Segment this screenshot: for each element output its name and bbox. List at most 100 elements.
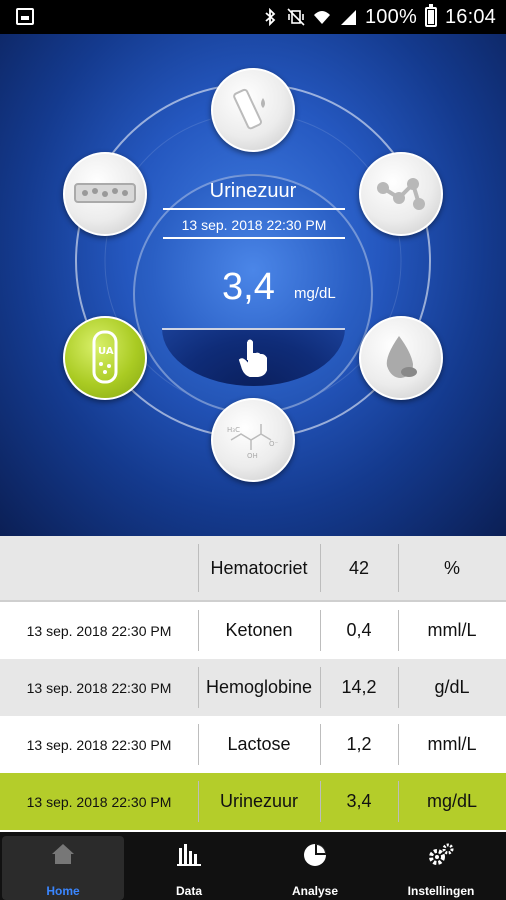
table-row-selected[interactable]: 13 sep. 2018 22:30 PM Urinezuur 3,4 mg/d… bbox=[0, 773, 506, 830]
selected-test-title: Urinezuur bbox=[209, 180, 297, 202]
column-divider bbox=[398, 724, 399, 765]
column-divider bbox=[198, 544, 199, 592]
blood-drop-icon bbox=[386, 336, 417, 378]
row-unit: % bbox=[443, 557, 460, 578]
row-test: Ketonen bbox=[225, 620, 293, 640]
column-divider bbox=[320, 667, 321, 708]
nav-home-label: Home bbox=[46, 884, 80, 898]
nav-instellingen[interactable]: Instellingen bbox=[378, 832, 504, 900]
nav-home[interactable]: Home bbox=[2, 836, 124, 900]
row-date: 13 sep. 2018 22:30 PM bbox=[26, 793, 172, 810]
row-unit: mml/L bbox=[427, 620, 477, 640]
screenshot-icon bbox=[16, 8, 34, 25]
divider bbox=[163, 237, 345, 239]
column-divider bbox=[198, 781, 199, 822]
row-unit-cell: mml/L bbox=[398, 602, 506, 659]
mute-vibrate-icon bbox=[287, 8, 305, 26]
table-row[interactable]: Hematocriet 42 % bbox=[0, 536, 506, 600]
row-date: 13 sep. 2018 22:30 PM bbox=[26, 679, 172, 696]
molecule-button[interactable] bbox=[359, 152, 443, 236]
status-bar: 100% 16:04 bbox=[0, 0, 506, 34]
svg-text:H₃C: H₃C bbox=[227, 426, 240, 434]
bottom-navigation: Home Data Analyse Instellingen bbox=[0, 832, 506, 900]
column-divider bbox=[398, 610, 399, 651]
pie-chart-icon bbox=[304, 844, 326, 866]
column-divider bbox=[320, 724, 321, 765]
row-value-cell: 1,2 bbox=[320, 716, 398, 773]
table-row[interactable]: 13 sep. 2018 22:30 PM Lactose 1,2 mml/L bbox=[0, 716, 506, 773]
nav-analyse-label: Analyse bbox=[291, 884, 339, 898]
row-value: 14,2 bbox=[341, 677, 377, 697]
column-divider bbox=[398, 781, 399, 822]
blood-cells-icon bbox=[74, 183, 136, 203]
result-unit: mg/dL bbox=[294, 285, 336, 302]
column-divider bbox=[320, 610, 321, 651]
row-test-cell: Hematocriet bbox=[198, 536, 320, 600]
row-value: 42 bbox=[348, 557, 370, 578]
row-unit-cell: g/dL bbox=[398, 659, 506, 716]
nav-data-label: Data bbox=[175, 884, 202, 898]
wifi-icon bbox=[313, 11, 330, 24]
row-test-cell: Ketonen bbox=[198, 602, 320, 659]
row-date: 13 sep. 2018 22:30 PM bbox=[26, 622, 172, 639]
test-strip-icon bbox=[233, 88, 265, 130]
column-divider bbox=[320, 544, 321, 592]
lactate-formula-icon: H₃C OH O⁻ bbox=[227, 424, 279, 460]
bluetooth-icon bbox=[265, 8, 276, 26]
signal-icon bbox=[340, 10, 356, 25]
row-value-cell: 14,2 bbox=[320, 659, 398, 716]
svg-text:OH: OH bbox=[247, 452, 258, 460]
result-value: 3,4 bbox=[222, 266, 275, 308]
nav-analyse[interactable]: Analyse bbox=[252, 832, 378, 900]
blood-cells-button[interactable] bbox=[63, 152, 147, 236]
row-value: 1,2 bbox=[346, 734, 372, 754]
row-value-cell: 42 bbox=[320, 536, 398, 600]
row-value-cell: 0,4 bbox=[320, 602, 398, 659]
row-unit: g/dL bbox=[434, 677, 470, 697]
nav-data[interactable]: Data bbox=[126, 832, 252, 900]
row-test-cell: Urinezuur bbox=[198, 773, 320, 830]
bar-chart-icon bbox=[177, 844, 201, 866]
table-row[interactable]: 13 sep. 2018 22:30 PM Ketonen 0,4 mml/L bbox=[0, 602, 506, 659]
gears-icon bbox=[429, 843, 454, 865]
row-unit-cell: mml/L bbox=[398, 716, 506, 773]
table-row[interactable]: 13 sep. 2018 22:30 PM Hemoglobine 14,2 g… bbox=[0, 659, 506, 716]
test-strip-button[interactable] bbox=[211, 68, 295, 152]
lactate-formula-button[interactable]: H₃C OH O⁻ bbox=[211, 398, 295, 482]
column-divider bbox=[398, 667, 399, 708]
uric-acid-button[interactable]: UA bbox=[63, 316, 147, 400]
measurement-dial: Urinezuur 13 sep. 2018 22:30 PM 3,4 mg/d… bbox=[0, 34, 506, 536]
results-table: Hematocriet 42 % 13 sep. 2018 22:30 PM K… bbox=[0, 536, 506, 832]
svg-text:O⁻: O⁻ bbox=[269, 440, 279, 448]
row-unit: mml/L bbox=[427, 734, 477, 754]
row-test: Lactose bbox=[227, 734, 291, 754]
blood-drop-button[interactable] bbox=[359, 316, 443, 400]
battery-icon bbox=[424, 4, 437, 27]
nav-instellingen-label: Instellingen bbox=[407, 884, 475, 898]
status-icons: 100% 16:04 bbox=[261, 4, 496, 30]
row-test-cell: Hemoglobine bbox=[198, 659, 320, 716]
row-date bbox=[0, 536, 198, 600]
row-test: Hemoglobine bbox=[205, 677, 313, 697]
uric-acid-tube-icon: UA bbox=[92, 330, 118, 384]
row-unit-cell: % bbox=[398, 536, 506, 600]
tap-hand-icon bbox=[238, 339, 267, 377]
column-divider bbox=[198, 667, 199, 708]
column-divider bbox=[198, 610, 199, 651]
clock: 16:04 bbox=[444, 5, 496, 28]
row-test: Urinezuur bbox=[219, 791, 299, 811]
row-value-cell: 3,4 bbox=[320, 773, 398, 830]
svg-text:UA: UA bbox=[98, 346, 114, 357]
row-date: 13 sep. 2018 22:30 PM bbox=[26, 736, 172, 753]
row-unit-cell: mg/dL bbox=[398, 773, 506, 830]
row-test: Hematocriet bbox=[210, 557, 308, 578]
molecule-icon bbox=[377, 178, 425, 210]
row-value: 3,4 bbox=[346, 791, 372, 811]
column-divider bbox=[320, 781, 321, 822]
divider bbox=[163, 208, 345, 210]
column-divider bbox=[198, 724, 199, 765]
row-test-cell: Lactose bbox=[198, 716, 320, 773]
home-icon bbox=[52, 844, 74, 864]
row-value: 0,4 bbox=[346, 620, 372, 640]
column-divider bbox=[398, 544, 399, 592]
